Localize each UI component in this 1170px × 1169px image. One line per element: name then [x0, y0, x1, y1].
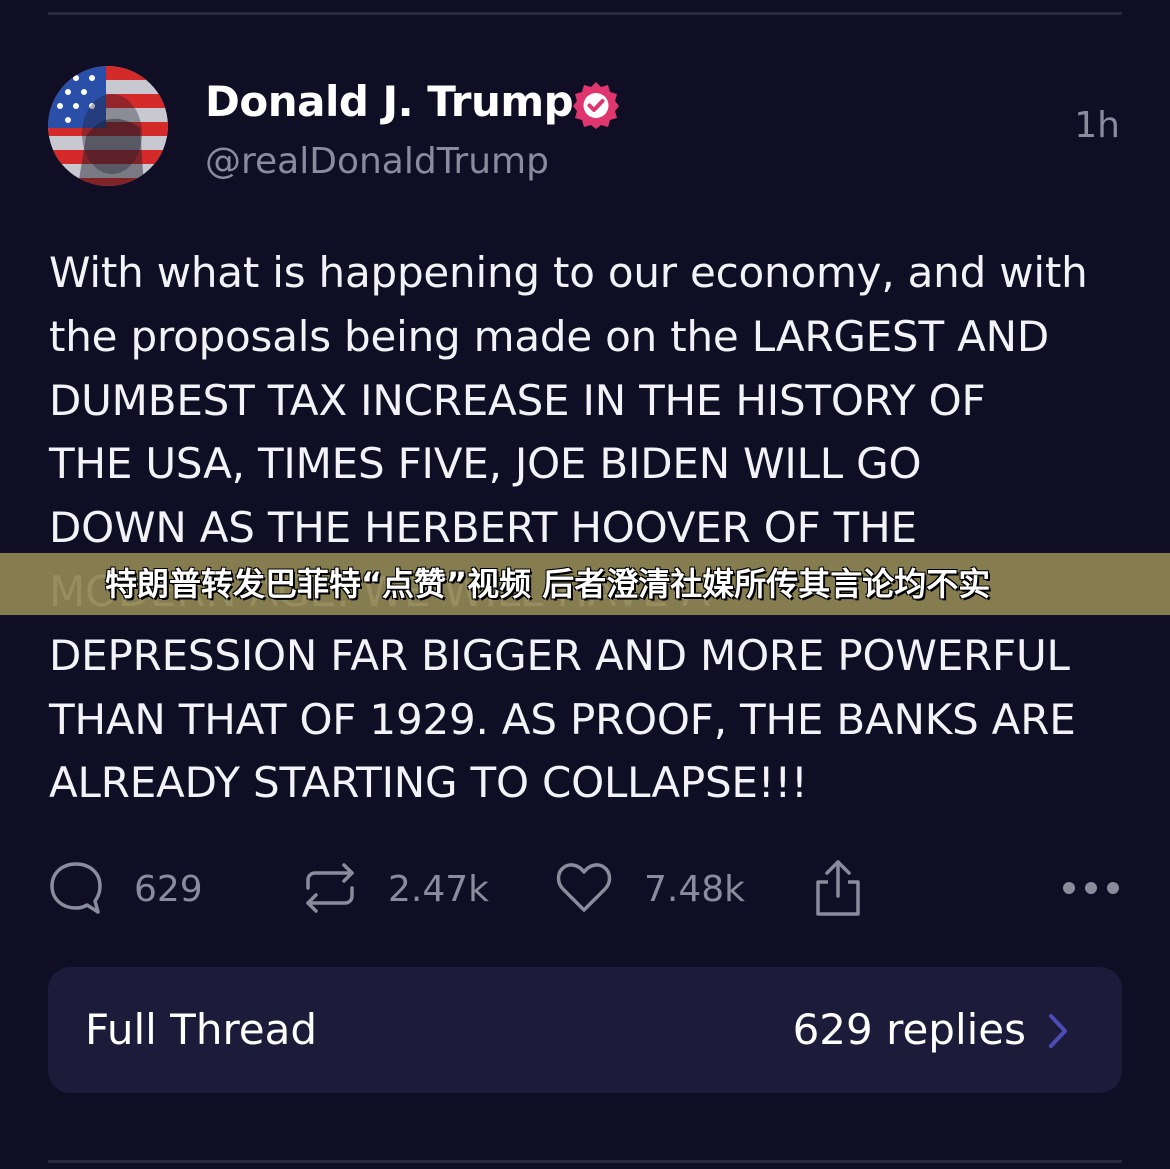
avatar[interactable]: [48, 66, 168, 186]
more-icon: [1060, 878, 1122, 902]
verified-badge-icon: [571, 80, 621, 130]
author-handle[interactable]: @realDonaldTrump: [205, 138, 549, 186]
repost-icon: [302, 860, 358, 920]
full-thread-button[interactable]: Full Thread 629 replies: [48, 967, 1122, 1093]
like-count: 7.48k: [644, 869, 746, 910]
post-timestamp: 1h: [1074, 105, 1120, 146]
more-button[interactable]: [1060, 860, 1122, 920]
share-icon: [812, 858, 864, 922]
reply-count: 629: [134, 869, 203, 910]
reply-button[interactable]: 629: [48, 860, 203, 920]
thread-replies-count: 629 replies: [792, 1005, 1026, 1054]
bottom-divider: [48, 1160, 1122, 1163]
full-thread-label: Full Thread: [85, 1005, 318, 1054]
top-divider: [48, 12, 1122, 15]
share-button[interactable]: [812, 860, 864, 920]
like-button[interactable]: 7.48k: [554, 860, 745, 920]
reply-icon: [48, 860, 104, 920]
chevron-right-icon: [1046, 1011, 1070, 1051]
post-body: With what is happening to our economy, a…: [49, 248, 1088, 808]
like-icon: [554, 860, 614, 920]
repost-count: 2.47k: [388, 869, 490, 910]
author-name[interactable]: Donald J. Trump: [205, 74, 574, 130]
caption-text: 特朗普转发巴菲特“点赞”视频 后者澄清社媒所传其言论均不实: [105, 565, 991, 603]
repost-button[interactable]: 2.47k: [302, 860, 489, 920]
